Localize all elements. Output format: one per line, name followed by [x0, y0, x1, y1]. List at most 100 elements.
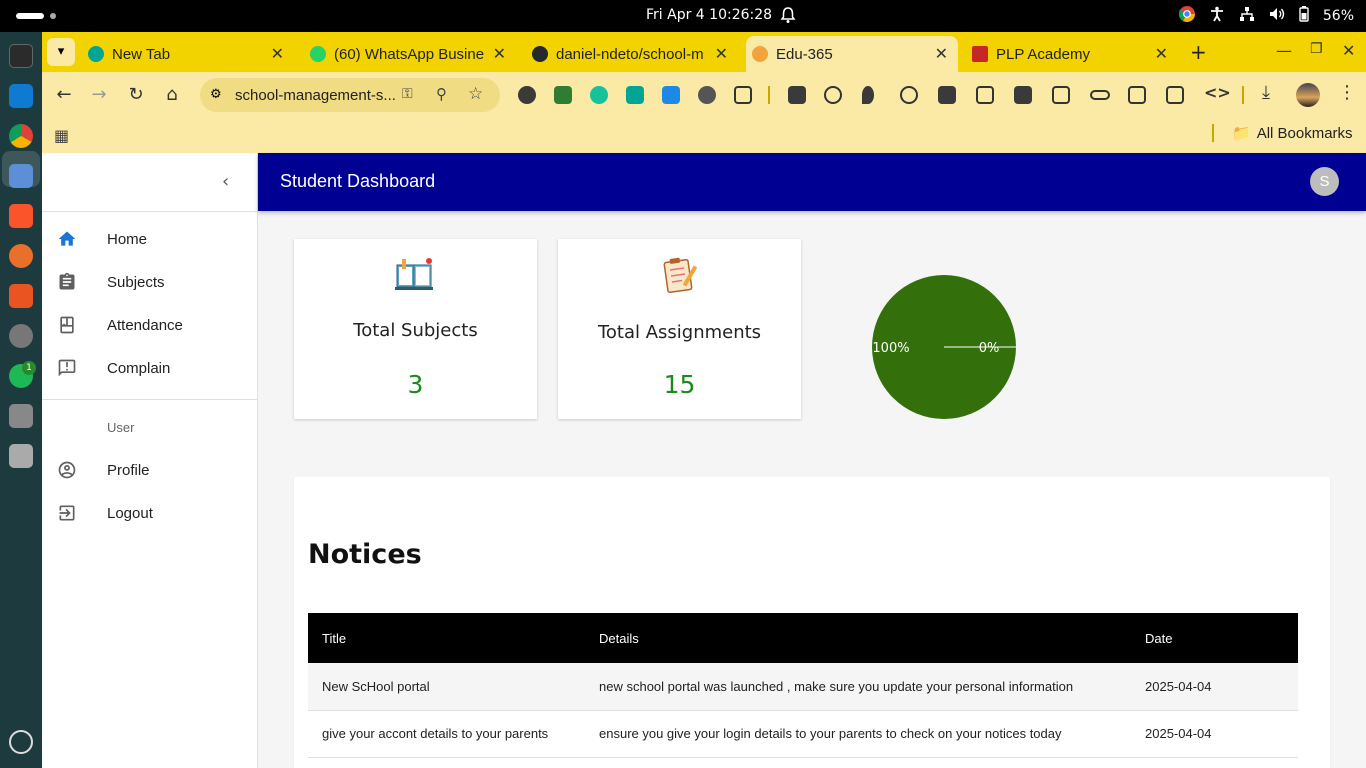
key-icon[interactable]: ⚿: [402, 86, 413, 102]
battery-percentage[interactable]: 56%: [1323, 8, 1354, 24]
brave-icon[interactable]: [9, 204, 33, 228]
reload-icon[interactable]: ↻: [125, 84, 147, 105]
sidebar-item-label: Attendance: [107, 317, 183, 334]
sidebar-item-complain[interactable]: Complain: [42, 348, 257, 391]
sidebar-item-subjects[interactable]: Subjects: [42, 262, 257, 305]
code-icon[interactable]: <>: [1204, 83, 1231, 102]
back-icon[interactable]: ←: [53, 84, 75, 105]
close-window-icon[interactable]: ✕: [1342, 41, 1355, 60]
tab-plp-academy[interactable]: PLP Academy ✕: [966, 36, 1178, 72]
close-tab-icon[interactable]: ✕: [1155, 44, 1168, 64]
folder-icon: 📁: [1232, 125, 1251, 142]
sidebar-item-label: Profile: [107, 462, 150, 479]
all-bookmarks-button[interactable]: 📁 All Bookmarks: [1232, 124, 1353, 142]
files-icon[interactable]: [9, 164, 33, 188]
table-icon[interactable]: [1166, 86, 1184, 104]
incognito-icon[interactable]: [788, 86, 806, 104]
accessibility-icon[interactable]: [1209, 6, 1225, 26]
trash-icon[interactable]: [9, 444, 33, 468]
close-tab-icon[interactable]: ✕: [715, 44, 728, 64]
new-tab-button[interactable]: +: [1190, 40, 1207, 64]
close-tab-icon[interactable]: ✕: [493, 44, 506, 64]
meet-extension-icon[interactable]: [626, 86, 644, 104]
address-bar[interactable]: ⚙ school-management-s... ⚿ ⚲ ☆: [200, 78, 500, 112]
sidebar-item-label: Logout: [107, 505, 153, 522]
chrome-dock-icon[interactable]: [9, 124, 33, 148]
sidebar-section-header: User: [107, 420, 135, 435]
download-icon[interactable]: ⤓: [1262, 82, 1270, 103]
sidebar-item-home[interactable]: Home: [42, 219, 257, 262]
tab-new-tab[interactable]: New Tab ✕: [82, 36, 294, 72]
screenshot-icon[interactable]: [976, 86, 994, 104]
qr-code-icon[interactable]: [1014, 86, 1032, 104]
avatar[interactable]: S: [1310, 167, 1339, 196]
notification-bell-icon[interactable]: [780, 6, 796, 28]
wordpress-extension-icon[interactable]: [518, 86, 536, 104]
devices-icon[interactable]: [1128, 86, 1146, 104]
app-header: Student Dashboard S: [258, 153, 1366, 211]
firefox-icon[interactable]: [9, 244, 33, 268]
voice-extension-icon[interactable]: [662, 86, 680, 104]
tab-label: Edu-365: [776, 45, 833, 63]
print-icon[interactable]: [938, 86, 956, 104]
total-subjects-card: Total Subjects 3: [294, 239, 537, 419]
location-icon[interactable]: [862, 86, 874, 104]
column-header-details: Details: [585, 613, 1131, 663]
tab-search-dropdown[interactable]: ▾: [47, 38, 75, 66]
sidebar-divider: [42, 399, 258, 400]
bookmark-star-icon[interactable]: ☆: [468, 84, 483, 104]
minimize-icon[interactable]: —: [1276, 41, 1292, 60]
battery-icon[interactable]: [1299, 6, 1309, 26]
system-clock[interactable]: Fri Apr 4 10:26:28: [646, 7, 772, 23]
forward-icon[interactable]: →: [88, 84, 110, 105]
tab-label: PLP Academy: [996, 45, 1090, 63]
grammarly-icon[interactable]: [590, 86, 608, 104]
close-tab-icon[interactable]: ✕: [271, 44, 284, 64]
vscode-icon[interactable]: [9, 84, 33, 108]
bulb-extension-icon[interactable]: [698, 86, 716, 104]
reading-mode-icon[interactable]: [1052, 86, 1070, 104]
terminal-icon[interactable]: [9, 44, 33, 68]
app-center-icon[interactable]: [9, 284, 33, 308]
zoom-icon[interactable]: ⚲: [436, 85, 447, 103]
tab-github[interactable]: daniel-ndeto/school-m ✕: [526, 36, 738, 72]
logout-icon: [59, 505, 75, 521]
extensions-puzzle-icon[interactable]: [734, 86, 752, 104]
network-icon[interactable]: [1239, 6, 1255, 26]
notices-panel: Notices Title Details Date New ScHool po…: [294, 477, 1330, 768]
apps-grid-icon[interactable]: ▦: [54, 126, 69, 145]
chevron-left-icon[interactable]: ‹: [222, 171, 229, 192]
activities-indicator[interactable]: [16, 13, 44, 19]
tab-edu-365[interactable]: Edu-365 ✕: [746, 36, 958, 72]
profile-avatar-icon[interactable]: [1296, 83, 1320, 107]
history-icon[interactable]: [900, 86, 918, 104]
edu-icon: [752, 46, 768, 62]
tab-label: (60) WhatsApp Busine: [334, 45, 485, 63]
sidebar: ‹ Home Subjects Attendance Complain User…: [42, 153, 258, 768]
maximize-icon[interactable]: ❐: [1310, 41, 1323, 57]
site-info-icon[interactable]: ⚙: [210, 87, 222, 102]
chrome-tray-icon[interactable]: [1178, 6, 1195, 26]
home-icon: [58, 231, 76, 246]
sidebar-item-attendance[interactable]: Attendance: [42, 305, 257, 348]
link-icon[interactable]: [1090, 90, 1110, 100]
text-editor-icon[interactable]: [9, 404, 33, 428]
page-title: Student Dashboard: [280, 171, 436, 191]
table-row[interactable]: New ScHool portal new school portal was …: [308, 663, 1298, 711]
dock: 1: [0, 32, 42, 768]
card-value: 3: [407, 370, 424, 399]
show-apps-icon[interactable]: [9, 730, 33, 754]
pie-data-label: 100%: [872, 341, 909, 356]
table-row[interactable]: give your accont details to your parents…: [308, 710, 1298, 758]
meet-icon: [88, 46, 104, 62]
home-browser-icon[interactable]: ⌂: [161, 84, 183, 105]
sidebar-item-profile[interactable]: Profile: [42, 450, 257, 493]
tab-whatsapp[interactable]: (60) WhatsApp Busine ✕: [304, 36, 516, 72]
kebab-menu-icon[interactable]: ⋮: [1338, 82, 1356, 103]
sidebar-item-logout[interactable]: Logout: [42, 493, 257, 536]
extension-icon[interactable]: [554, 86, 572, 104]
close-tab-icon[interactable]: ✕: [935, 44, 948, 64]
volume-icon[interactable]: [1269, 6, 1285, 26]
favorites-icon[interactable]: [824, 86, 842, 104]
settings-icon[interactable]: [9, 324, 33, 348]
